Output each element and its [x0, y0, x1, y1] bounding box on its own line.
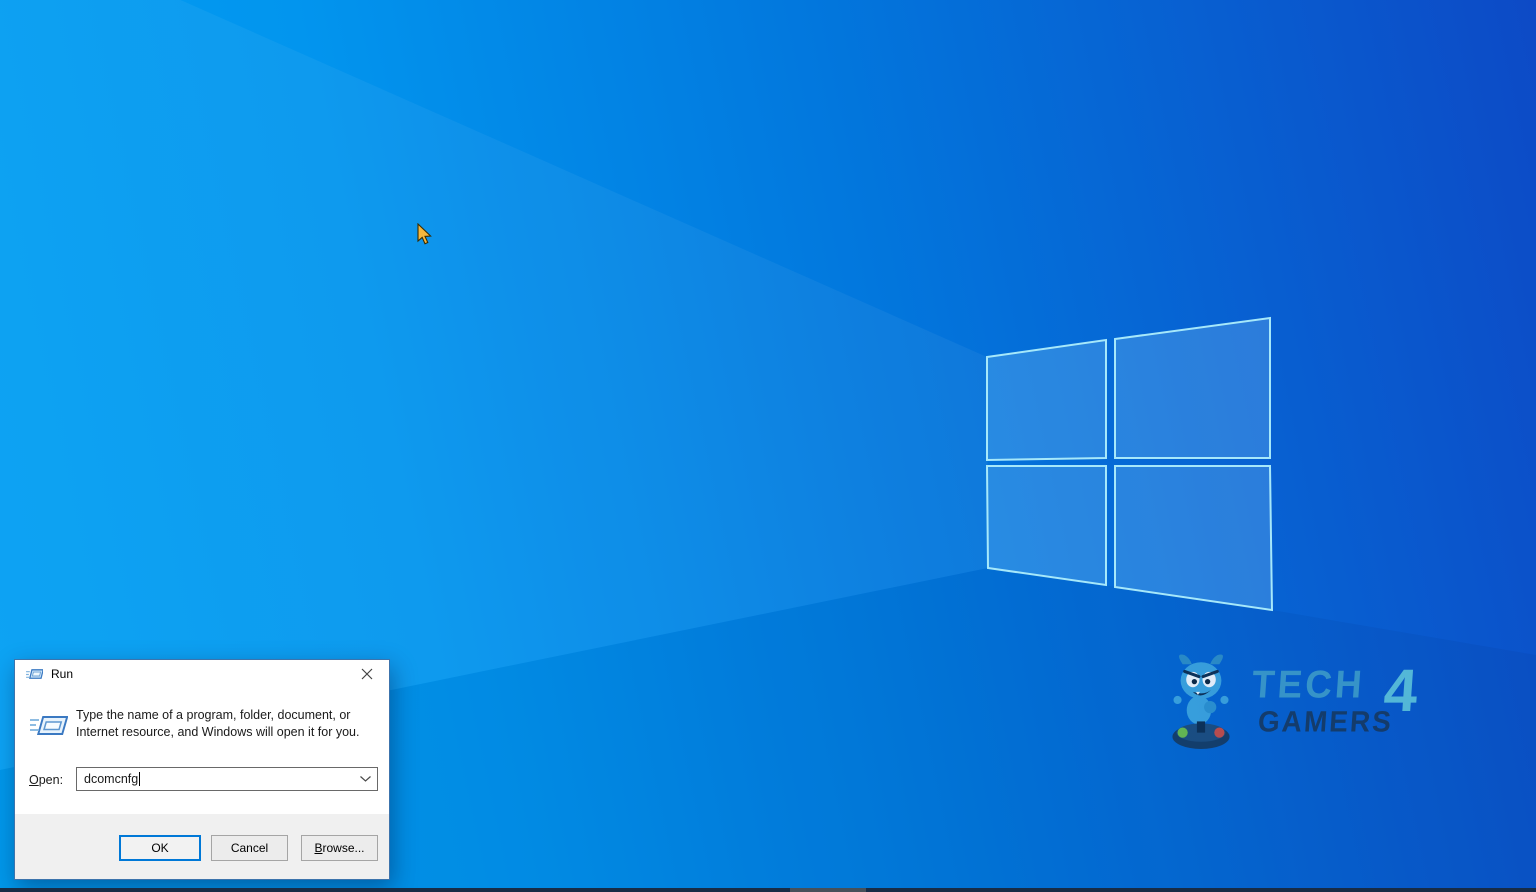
run-dialog: Run Type the name of a program, folder, …: [14, 659, 390, 880]
window-title: Run: [51, 667, 73, 681]
mascot-icon: [1168, 650, 1234, 752]
browse-button[interactable]: Browse...: [301, 835, 378, 861]
tech4gamers-logo: TECH 4 GAMERS: [1168, 648, 1468, 768]
close-icon: [361, 668, 373, 680]
brand-text-tech: TECH: [1250, 663, 1366, 707]
dialog-message: Type the name of a program, folder, docu…: [76, 707, 378, 741]
dialog-message-line2: Internet resource, and Windows will open…: [76, 724, 378, 741]
run-dialog-titlebar[interactable]: Run: [15, 660, 389, 688]
windows-logo-pane: [1115, 318, 1270, 458]
browse-accesskey: B: [314, 841, 322, 855]
brand-text-gamers: GAMERS: [1257, 705, 1394, 739]
open-dropdown-button[interactable]: [354, 769, 376, 789]
taskbar-item-sliver[interactable]: [790, 888, 866, 892]
browse-label-rest: rowse...: [323, 841, 365, 855]
windows-logo-pane: [1115, 466, 1272, 610]
open-label-accesskey: O: [29, 773, 39, 787]
windows-logo-pane: [987, 340, 1106, 460]
windows-logo-pane: [987, 466, 1106, 585]
close-button[interactable]: [344, 660, 389, 688]
run-icon: [26, 667, 43, 682]
mouse-cursor: [417, 223, 433, 247]
dialog-message-line1: Type the name of a program, folder, docu…: [76, 707, 378, 724]
open-input-value[interactable]: dcomcnfg: [77, 772, 138, 786]
taskbar-sliver[interactable]: [0, 888, 1536, 892]
chevron-down-icon: [360, 776, 371, 782]
windows-logo: [987, 318, 1272, 610]
text-caret: [139, 772, 140, 786]
open-label-rest: pen:: [39, 773, 63, 787]
ok-button[interactable]: OK: [119, 835, 201, 861]
desktop-wallpaper: TECH 4 GAMERS Run: [0, 0, 1536, 892]
open-input[interactable]: dcomcnfg: [76, 767, 378, 791]
cancel-button[interactable]: Cancel: [211, 835, 288, 861]
open-label: Open:: [29, 773, 63, 787]
run-window-icon: [28, 707, 68, 747]
